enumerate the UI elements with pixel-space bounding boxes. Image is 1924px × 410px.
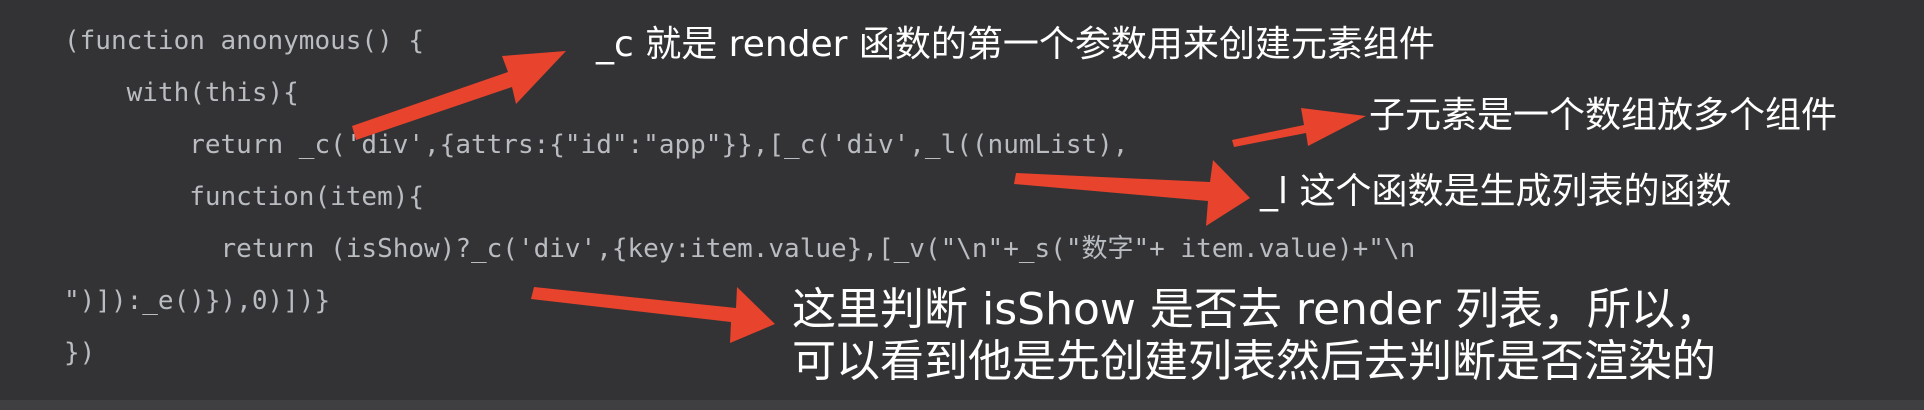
bottom-strip (0, 400, 1924, 410)
code-line-2: with(this){ (64, 78, 299, 108)
annotation-isshow-line-1: 这里判断 isShow 是否去 render 列表，所以， (792, 284, 1719, 335)
code-line-5: return (isShow)?_c('div',{key:item.value… (64, 234, 1416, 264)
annotation-isshow-line-2: 可以看到他是先创建列表然后去判断是否渲染的 (792, 336, 1716, 387)
code-line-3: return _c('div',{attrs:{"id":"app"}},[_c… (64, 130, 1129, 160)
code-line-4: function(item){ (64, 182, 425, 212)
annotation-children-array: 子元素是一个数组放多个组件 (1369, 95, 1838, 136)
code-line-1: (function anonymous() { (64, 26, 425, 56)
code-line-6: ")]):_e()}),0)])} (64, 286, 331, 316)
annotation-c-function: _c 就是 render 函数的第一个参数用来创建元素组件 (596, 24, 1435, 65)
annotation-l-function: _l 这个函数是生成列表的函数 (1260, 171, 1732, 212)
code-line-7: }) (64, 338, 96, 368)
